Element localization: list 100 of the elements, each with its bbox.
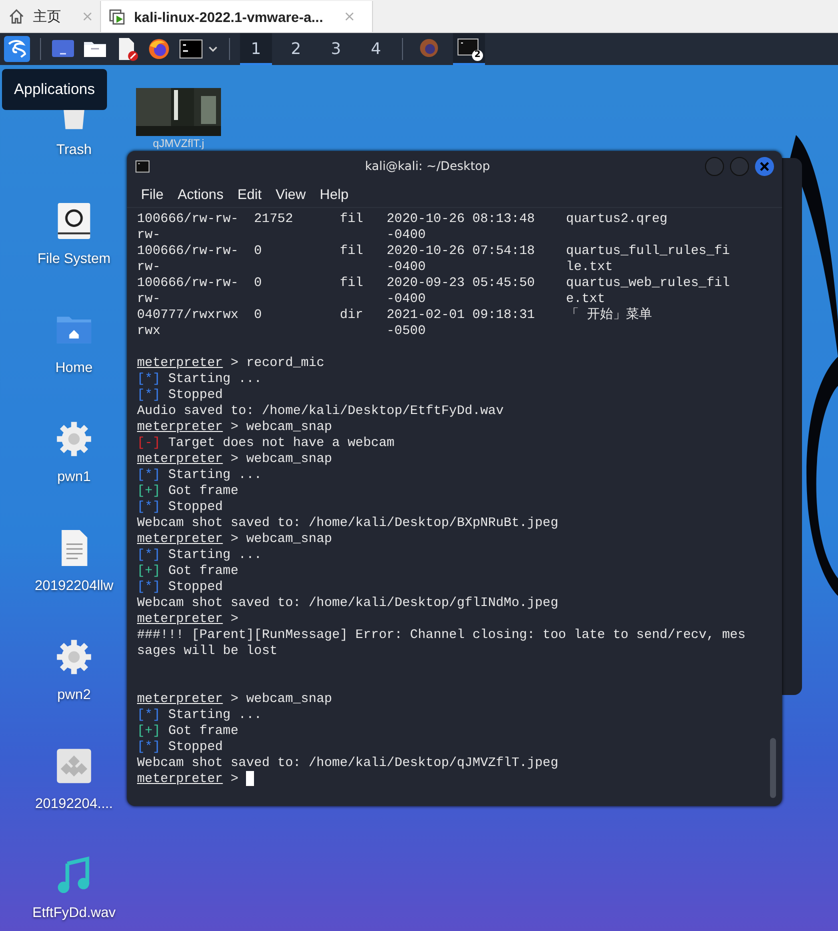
table-cell-text: 0 [254,307,263,324]
status-tag: [*] [137,579,160,595]
table-cell: 2020-10-26 07:54:18 -0400 [386,243,535,275]
table-cell-text: fil [340,243,364,260]
status-tag: [*] [137,467,160,483]
desktop-icon-label[interactable]: pwn1 [57,468,91,484]
table-cell: 040777/rwxrwxrwx [137,307,238,339]
package-icon[interactable] [54,747,93,785]
menu-item[interactable]: Help [320,186,348,202]
table-cell-text: fil [340,211,364,228]
status-tag: [*] [137,499,160,515]
table-cell-text: fil [340,275,364,292]
menu-item[interactable]: File [141,186,164,202]
output-text: Starting ... [168,707,262,723]
output-text: Webcam shot saved to: /home/kali/Desktop/BXpNRuBt.jpeg [137,515,558,531]
output-text: Got frame [168,723,238,739]
status-tag: [*] [137,387,160,403]
terminal-icon [135,158,150,174]
table-cell-text: quartus2.qreg [566,211,668,228]
table-cell: quartus_web_rules_file.txt [566,275,730,307]
status-tag: [+] [137,723,160,739]
output-text: Webcam shot saved to: /home/kali/Desktop/qJMVZflT.jpeg [137,755,558,771]
output-text: Stopped [168,579,223,595]
terminal-task-button[interactable]: 2 [453,33,485,65]
output-text: Got frame [168,483,238,499]
command-text: > [230,611,238,627]
output-text: Starting ... [168,371,262,387]
output-text: Stopped [168,739,223,755]
status-tag: [*] [137,739,160,755]
dragon-logo-icon[interactable] [4,36,30,62]
output-text: Stopped [168,499,223,515]
window-title: kali@kali: ~/Desktop [364,159,491,173]
prompt-label: meterpreter [137,531,223,547]
firefox-icon[interactable] [147,37,171,61]
desktop-icon-label[interactable]: Trash [56,141,92,157]
desktop-icon-label[interactable]: 20192204.... [35,795,113,811]
window-count-badge: 2 [472,50,483,61]
output-text: ###!!! [Parent][RunMessage] Error: Channel closing: too late to send/recv, mes [137,627,746,643]
menu-item[interactable]: View [276,186,306,202]
workspace-button[interactable]: 4 [360,33,392,65]
prompt-label: meterpreter [137,691,223,707]
table-cell: 100666/rw-rw-rw- [137,243,238,275]
command-text: > webcam_snap [230,531,332,547]
table-cell: 100666/rw-rw-rw- [137,275,238,307]
table-cell: 100666/rw-rw-rw- [137,211,238,243]
output-text: Audio saved to: /home/kali/Desktop/EtftFyDd.wav [137,403,504,419]
output-text: sages will be lost [137,643,278,659]
prompt-label: meterpreter [137,771,223,787]
menu-item[interactable]: Actions [178,186,224,202]
status-tag: [*] [137,707,160,723]
table-cell: 2020-09-23 05:45:50 -0400 [386,275,535,307]
workspace-button[interactable]: 1 [240,33,272,65]
table-cell-text: 0 [254,243,263,260]
scrollbar-thumb[interactable] [770,738,776,798]
vm-icon [109,8,126,25]
firefox-icon [417,36,441,60]
table-cell-text: dir [340,307,364,324]
home-icon [8,8,25,25]
output-text: Webcam shot saved to: /home/kali/Desktop/gflINdMo.jpeg [137,595,558,611]
command-text: > [230,771,238,787]
prompt-label: meterpreter [137,419,223,435]
close-icon[interactable] [345,12,354,21]
drive-icon[interactable] [55,202,93,240]
close-icon[interactable] [83,12,92,21]
status-tag: [*] [137,547,160,563]
vm-tab[interactable]: kali-linux-2022.1-vmware-a... [101,1,374,32]
command-text: > webcam_snap [230,451,332,467]
desktop-icon-label[interactable]: File System [37,250,111,266]
close-icon[interactable] [755,156,774,176]
desktop-icon-label[interactable]: Home [55,359,93,375]
menu-item[interactable]: Edit [237,186,262,202]
table-cell: 2021-02-01 09:18:31 -0500 [386,307,535,339]
output-text: Got frame [168,563,238,579]
desktop-icon-label[interactable]: EtftFyDd.wav [32,904,116,920]
output-text: Starting ... [168,467,262,483]
status-tag: [+] [137,483,160,499]
output-text: Target does not have a webcam [168,435,394,451]
prompt-label: meterpreter [137,611,223,627]
gear-icon[interactable] [55,638,93,676]
table-cell-text: 21752 [254,211,294,228]
gear-icon[interactable] [55,420,93,458]
prompt-label: meterpreter [137,355,223,371]
command-text: > webcam_snap [230,419,332,435]
table-cell-text: 「 开始」菜单 [566,307,653,324]
desktop-icon-label[interactable]: pwn2 [57,686,91,702]
terminal-icon[interactable] [179,37,203,61]
tooltip: Applications [2,69,107,110]
command-text: > webcam_snap [230,691,332,707]
table-cell: 2020-10-26 08:13:48 -0400 [386,211,535,243]
desktop-icon-label[interactable]: 20192204llw [34,577,114,593]
workspace-button[interactable]: 2 [280,33,312,65]
status-tag: [-] [137,435,160,451]
table-cell-text: 0 [254,275,263,292]
status-tag: [*] [137,371,160,387]
workspace-button[interactable]: 3 [320,33,352,65]
status-tag: [+] [137,563,160,579]
output-text: Starting ... [168,547,262,563]
command-text: > record_mic [230,355,324,371]
prompt-label: meterpreter [137,451,223,467]
output-text: Stopped [168,387,223,403]
